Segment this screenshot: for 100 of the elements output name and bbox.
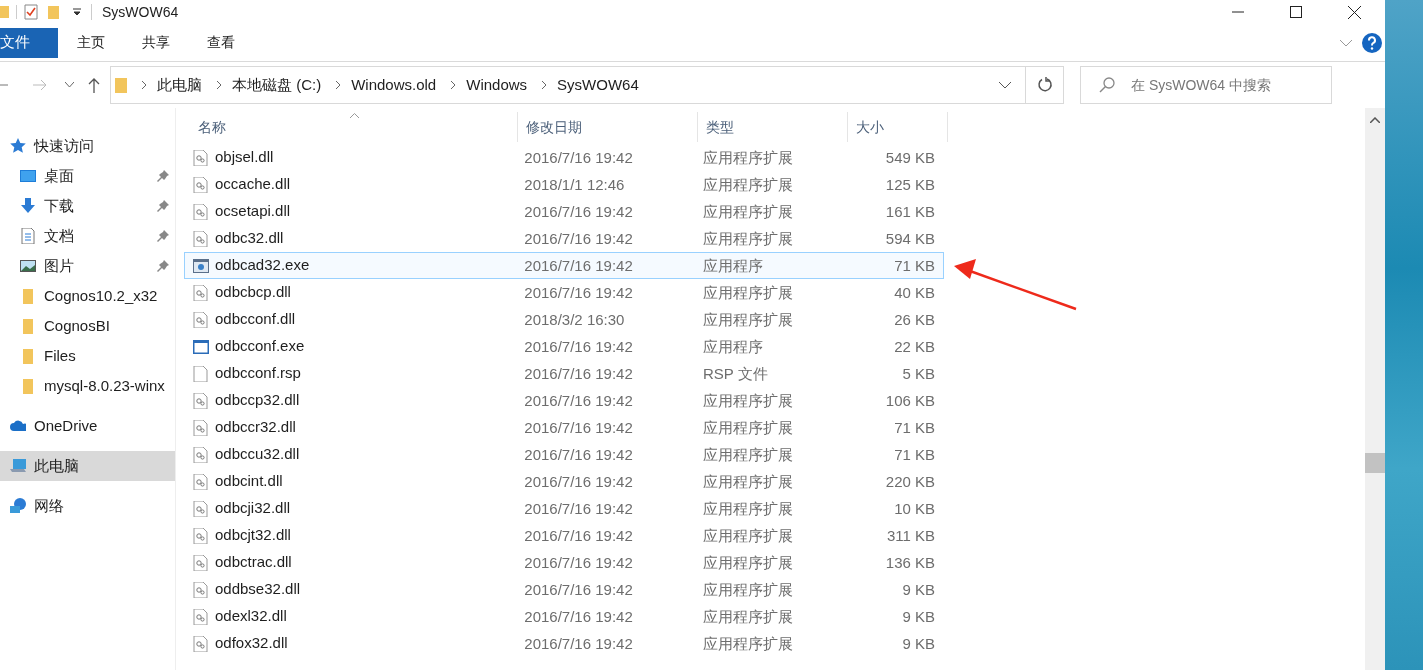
file-row[interactable]: odfox32.dll 2016/7/16 19:42 应用程序扩展 9 KB <box>184 630 944 657</box>
sidebar-item[interactable]: 桌面 <box>0 161 175 191</box>
chevron-right-icon <box>450 80 457 90</box>
chevron-down-icon[interactable] <box>999 81 1011 89</box>
modified-date: 2016/7/16 19:42 <box>524 202 633 220</box>
sidebar-item[interactable]: 此电脑 <box>0 451 175 481</box>
file-type: 应用程序扩展 <box>702 607 793 625</box>
up-arrow-icon[interactable] <box>88 77 100 93</box>
breadcrumb-item[interactable]: Windows.old <box>351 73 437 97</box>
network-icon <box>10 498 26 514</box>
file-row[interactable]: odbccr32.dll 2016/7/16 19:42 应用程序扩展 71 KB <box>184 414 944 441</box>
file-type: 应用程序扩展 <box>702 175 793 193</box>
recent-dropdown-icon[interactable] <box>65 82 74 88</box>
file-type: 应用程序扩展 <box>702 499 793 517</box>
refresh-icon <box>1036 77 1053 93</box>
scrollbar[interactable] <box>1365 108 1385 670</box>
modified-date: 2016/7/16 19:42 <box>524 283 633 301</box>
file-row[interactable]: odbcji32.dll 2016/7/16 19:42 应用程序扩展 10 KB <box>184 495 944 522</box>
file-size: 5 KB <box>902 364 935 382</box>
column-header[interactable]: 大小 <box>848 112 948 142</box>
file-name: odbccu32.dll <box>215 444 300 465</box>
file-row[interactable]: odbcjt32.dll 2016/7/16 19:42 应用程序扩展 311 KB <box>184 522 944 549</box>
folder-icon <box>20 288 36 304</box>
column-header[interactable]: 名称 <box>190 112 518 142</box>
file-name: odbcjt32.dll <box>215 525 291 546</box>
breadcrumb-item[interactable]: 本地磁盘 (C:) <box>232 73 322 97</box>
sidebar-item[interactable]: 网络 <box>0 491 175 521</box>
gear-file-icon <box>193 527 209 544</box>
file-row[interactable]: odbc32.dll 2016/7/16 19:42 应用程序扩展 594 KB <box>184 225 944 252</box>
computer-icon <box>10 458 26 474</box>
file-type: 应用程序扩展 <box>702 310 793 328</box>
file-row[interactable]: odbcbcp.dll 2016/7/16 19:42 应用程序扩展 40 KB <box>184 279 944 306</box>
folder-icon <box>115 77 127 93</box>
file-name: odbcconf.rsp <box>215 363 301 384</box>
sidebar-item[interactable]: OneDrive <box>0 411 175 441</box>
search-field[interactable]: 在 SysWOW64 中搜索 <box>1080 66 1332 104</box>
column-header[interactable]: 类型 <box>698 112 848 142</box>
file-size: 40 KB <box>894 283 935 301</box>
modified-date: 2016/7/16 19:42 <box>524 499 633 517</box>
file-row[interactable]: ocsetapi.dll 2016/7/16 19:42 应用程序扩展 161 KB <box>184 198 944 225</box>
ribbon-tab[interactable]: 主页 <box>58 27 123 58</box>
file-row[interactable]: objsel.dll 2016/7/16 19:42 应用程序扩展 549 KB <box>184 144 944 171</box>
file-name: objsel.dll <box>215 147 274 168</box>
maximize-icon <box>1290 6 1302 18</box>
chevron-right-icon <box>141 80 147 90</box>
gear-file-icon <box>193 176 209 193</box>
dropdown-icon[interactable] <box>73 8 81 16</box>
file-row[interactable]: odbccu32.dll 2016/7/16 19:42 应用程序扩展 71 KB <box>184 441 944 468</box>
file-name: oddbse32.dll <box>215 579 301 600</box>
file-row[interactable]: odexl32.dll 2016/7/16 19:42 应用程序扩展 9 KB <box>184 603 944 630</box>
file-type: 应用程序扩展 <box>702 418 793 436</box>
file-row[interactable]: odbctrac.dll 2016/7/16 19:42 应用程序扩展 136 KB <box>184 549 944 576</box>
modified-date: 2016/7/16 19:42 <box>524 229 633 247</box>
scroll-thumb[interactable] <box>1365 453 1385 473</box>
gear-file-icon <box>193 419 209 436</box>
help-icon[interactable] <box>1362 32 1382 53</box>
modified-date: 2016/7/16 19:42 <box>524 634 633 652</box>
address-bar[interactable]: 此电脑 本地磁盘 (C:) Windows.old Windows SysWOW64 <box>110 66 1064 104</box>
sidebar-item[interactable]: 下载 <box>0 191 175 221</box>
sidebar-item[interactable]: 文档 <box>0 221 175 251</box>
gear-file-icon <box>193 230 209 247</box>
breadcrumb-item[interactable]: 此电脑 <box>157 73 202 97</box>
sidebar-item[interactable]: CognosBI <box>0 311 175 341</box>
file-row[interactable]: odbcconf.dll 2018/3/2 16:30 应用程序扩展 26 KB <box>184 306 944 333</box>
breadcrumb-item[interactable]: Windows <box>466 73 528 97</box>
chevron-right-icon <box>216 80 222 90</box>
sidebar-item[interactable]: 快速访问 <box>0 131 175 161</box>
file-row[interactable]: odbcint.dll 2016/7/16 19:42 应用程序扩展 220 KB <box>184 468 944 495</box>
properties-icon[interactable] <box>24 4 38 20</box>
file-row[interactable]: occache.dll 2018/1/1 12:46 应用程序扩展 125 KB <box>184 171 944 198</box>
file-size: 311 KB <box>886 526 935 544</box>
file-row[interactable]: odbccp32.dll 2016/7/16 19:42 应用程序扩展 106 KB <box>184 387 944 414</box>
gear-file-icon <box>193 500 209 517</box>
gear-file-icon <box>193 608 209 625</box>
file-size: 26 KB <box>894 310 935 328</box>
cloud-icon <box>10 418 26 434</box>
file-type: 应用程序扩展 <box>702 634 793 652</box>
gear-file-icon <box>193 203 209 220</box>
file-row[interactable]: odbcconf.rsp 2016/7/16 19:42 RSP 文件 5 KB <box>184 360 944 387</box>
ribbon-tab[interactable]: 文件 <box>0 27 58 58</box>
file-row[interactable]: odbcad32.exe 2016/7/16 19:42 应用程序 71 KB <box>184 252 944 279</box>
ribbon-tab[interactable]: 共享 <box>123 27 188 58</box>
sidebar-item[interactable]: mysql-8.0.23-winx <box>0 371 175 401</box>
file-row[interactable]: odbcconf.exe 2016/7/16 19:42 应用程序 22 KB <box>184 333 944 360</box>
file-row[interactable]: oddbse32.dll 2016/7/16 19:42 应用程序扩展 9 KB <box>184 576 944 603</box>
scroll-up-icon[interactable] <box>1370 117 1380 123</box>
file-size: 9 KB <box>902 607 935 625</box>
sidebar-item[interactable]: 图片 <box>0 251 175 281</box>
modified-date: 2016/7/16 19:42 <box>524 472 633 490</box>
column-header[interactable]: 修改日期 <box>518 112 698 142</box>
file-name: odbcint.dll <box>215 471 283 492</box>
gear-file-icon <box>193 284 209 301</box>
sidebar-item[interactable]: Files <box>0 341 175 371</box>
file-name: odbctrac.dll <box>215 552 292 573</box>
sidebar-item[interactable]: Cognos10.2_x32 <box>0 281 175 311</box>
ribbon-tab[interactable]: 查看 <box>188 27 253 58</box>
file-name: odbcbcp.dll <box>215 282 291 303</box>
monitor-icon <box>20 168 36 184</box>
chevron-right-icon <box>541 80 548 90</box>
breadcrumb-item[interactable]: SysWOW64 <box>557 73 639 97</box>
